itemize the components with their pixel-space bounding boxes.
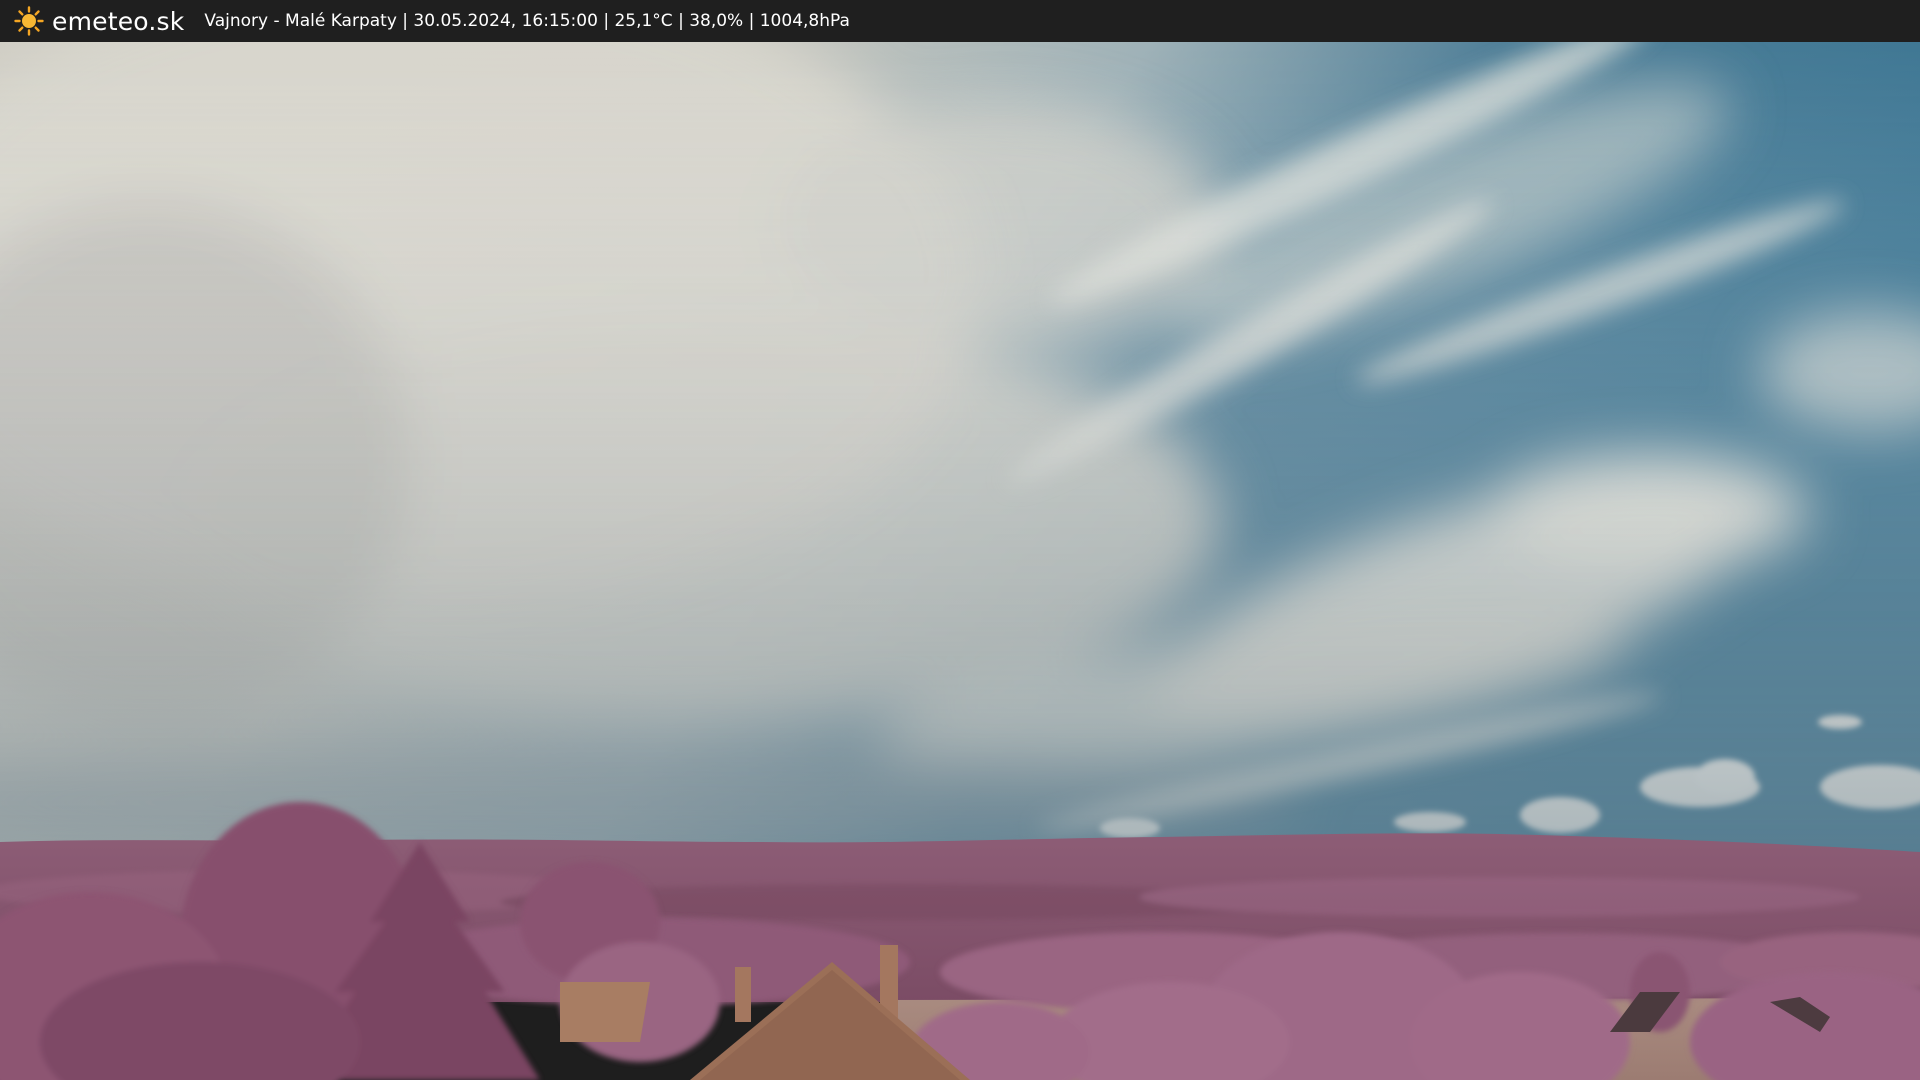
station-caption: Vajnory - Malé Karpaty | 30.05.2024, 16:… [204, 11, 850, 31]
sun-icon [14, 6, 44, 36]
logo-text: emeteo.sk [52, 6, 185, 36]
webcam-image [0, 42, 1920, 1080]
caption-bar: emeteo.sk Vajnory - Malé Karpaty | 30.05… [0, 0, 1920, 42]
webcam-frame: emeteo.sk Vajnory - Malé Karpaty | 30.05… [0, 0, 1920, 1080]
